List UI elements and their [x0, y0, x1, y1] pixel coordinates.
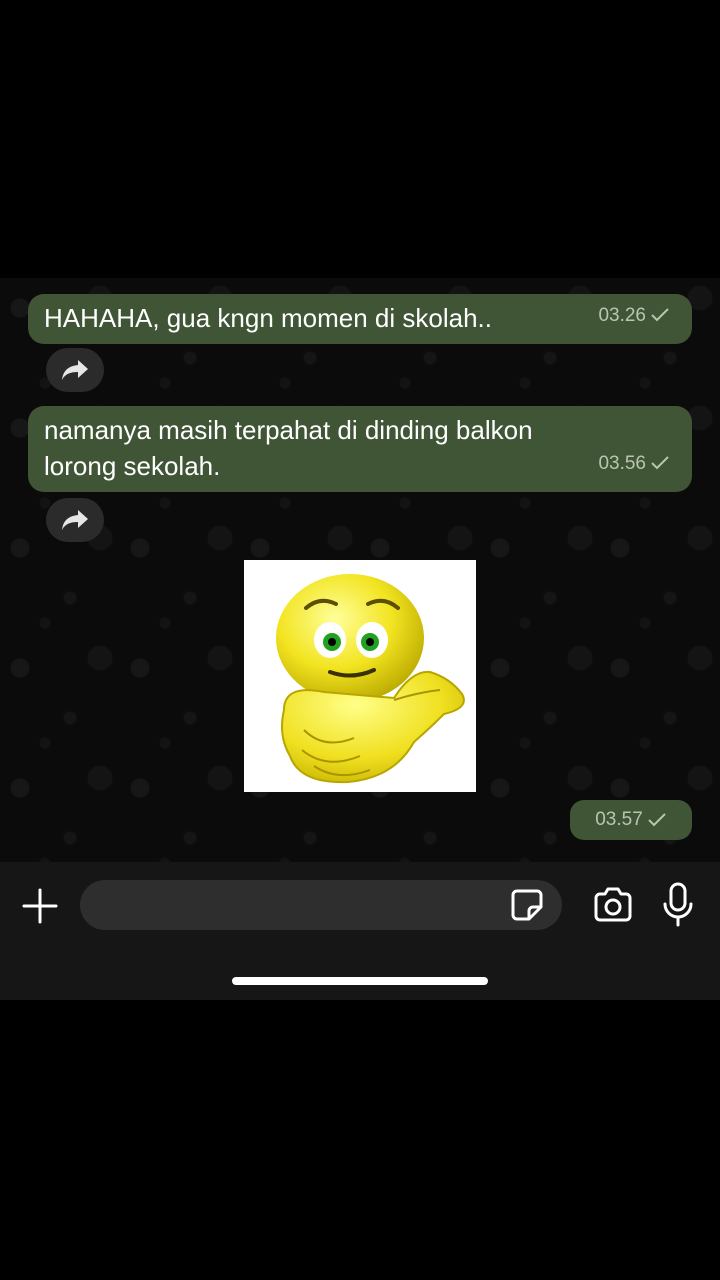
message-input-bar — [0, 862, 720, 1000]
message-bubble[interactable]: namanya masih terpahat di dinding balkon… — [28, 406, 692, 492]
checkmark-icon — [651, 308, 669, 322]
camera-icon[interactable] — [592, 886, 634, 924]
forward-arrow-icon — [62, 360, 88, 380]
message-text: namanya masih terpahat di dinding balkon… — [44, 415, 533, 481]
forward-button[interactable] — [46, 348, 104, 392]
plus-icon[interactable] — [20, 886, 60, 926]
message-input[interactable] — [80, 880, 562, 930]
message-time: 03.56 — [598, 446, 670, 482]
microphone-icon[interactable] — [662, 882, 694, 928]
message-bubble[interactable]: HAHAHA, gua kngn momen di skolah.. 03.26 — [28, 294, 692, 344]
checkmark-icon — [648, 813, 666, 827]
smiley-graphic — [276, 574, 465, 784]
checkmark-icon — [651, 456, 669, 470]
message-time: 03.26 — [598, 298, 670, 334]
message-text: HAHAHA, gua kngn momen di skolah.. — [44, 303, 492, 333]
forward-button[interactable] — [46, 498, 104, 542]
chat-area: HAHAHA, gua kngn momen di skolah.. 03.26… — [0, 278, 720, 862]
home-indicator — [232, 977, 488, 985]
sticker-icon[interactable] — [509, 887, 545, 923]
forward-arrow-icon — [62, 510, 88, 530]
thumbs-up-smiley-sticker[interactable] — [244, 560, 476, 792]
sticker-timestamp: 03.57 — [570, 800, 692, 840]
